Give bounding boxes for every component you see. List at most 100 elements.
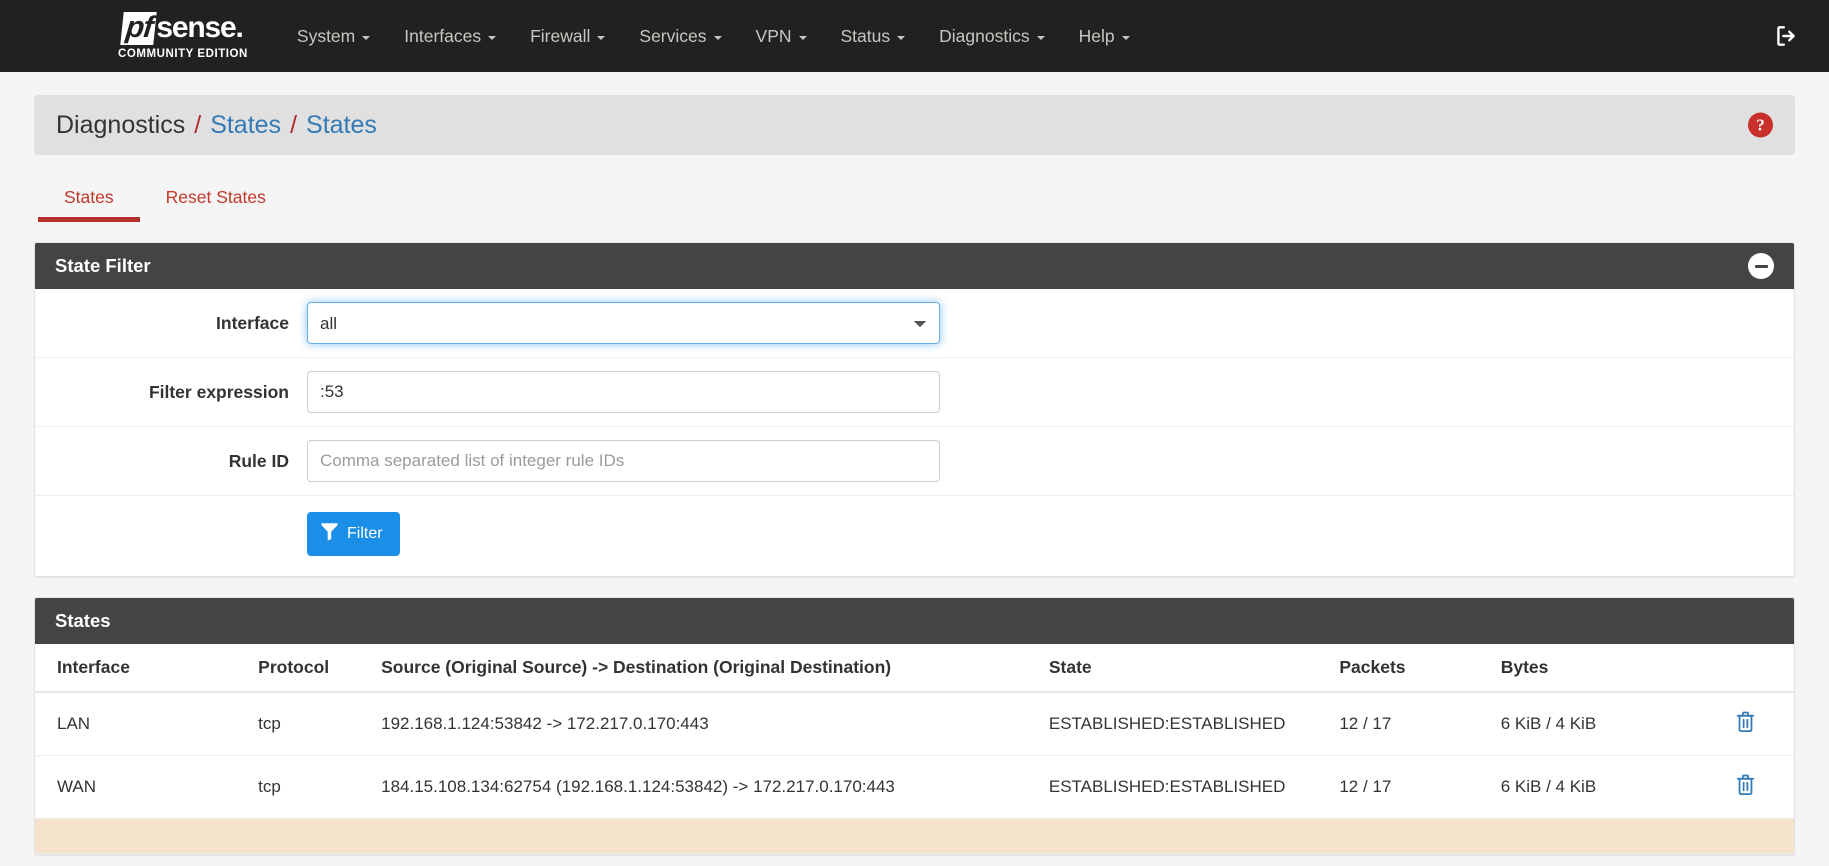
column-header-actions <box>1697 644 1794 693</box>
chevron-down-icon <box>1036 35 1045 40</box>
cell-actions <box>1697 755 1794 819</box>
states-table-body: LAN tcp 192.168.1.124:53842 -> 172.217.0… <box>35 692 1794 854</box>
brand-logo-mark: pf sense. <box>120 11 244 45</box>
states-panel: States Interface Protocol Source (Origin… <box>34 597 1795 855</box>
filter-expression-label: Filter expression <box>148 381 289 402</box>
nav-item-vpn[interactable]: VPN <box>739 16 824 57</box>
states-title: States <box>55 610 111 631</box>
nav-item-system[interactable]: System <box>280 16 387 57</box>
table-header-row: Interface Protocol Source (Original Sour… <box>35 644 1794 693</box>
nav-item-firewall[interactable]: Firewall <box>513 16 622 57</box>
nav-menu: System Interfaces Firewall Services VPN … <box>280 16 1147 57</box>
cell-bytes: 6 KiB / 4 KiB <box>1492 692 1698 756</box>
rule-id-control-wrap <box>307 440 1794 482</box>
nav-item-diagnostics[interactable]: Diagnostics <box>922 16 1061 57</box>
nav-item-label: Status <box>840 25 891 46</box>
filter-expression-input[interactable] <box>307 371 940 413</box>
cell-state <box>1040 818 1332 854</box>
cell-interface: LAN <box>35 692 251 756</box>
cell-source-destination: 184.15.108.134:62754 (192.168.1.124:5384… <box>363 755 1041 819</box>
form-row-filter-expression: Filter expression <box>35 358 1794 427</box>
form-row-rule-id: Rule ID <box>35 427 1794 496</box>
breadcrumb-item-states-current[interactable]: States <box>306 111 377 140</box>
chevron-down-icon <box>713 35 722 40</box>
form-row-interface: Interface all <box>35 289 1794 358</box>
breadcrumb-separator: / <box>290 110 298 139</box>
tab-reset-states[interactable]: Reset States <box>140 175 292 222</box>
breadcrumb-item-states[interactable]: States <box>210 111 281 140</box>
filter-button[interactable]: Filter <box>307 512 400 556</box>
cell-bytes <box>1492 818 1698 854</box>
states-table-head: Interface Protocol Source (Original Sour… <box>35 644 1794 693</box>
trash-icon[interactable] <box>1735 773 1756 796</box>
column-header-interface: Interface <box>35 644 251 693</box>
cell-state: ESTABLISHED:ESTABLISHED <box>1040 755 1332 819</box>
nav-item-label: Interfaces <box>404 25 482 46</box>
nav-item-services[interactable]: Services <box>622 16 738 57</box>
cell-packets: 12 / 17 <box>1331 692 1493 756</box>
brand-dot: . <box>235 11 244 44</box>
page-body: Diagnostics / States / States ? States R… <box>0 95 1829 855</box>
chevron-down-icon <box>798 35 807 40</box>
minus-circle-icon[interactable] <box>1748 253 1774 279</box>
column-header-source-destination: Source (Original Source) -> Destination … <box>363 644 1041 693</box>
nav-item-label: VPN <box>755 25 792 46</box>
cell-state: ESTABLISHED:ESTABLISHED <box>1040 692 1332 756</box>
table-row <box>35 818 1794 854</box>
table-row: LAN tcp 192.168.1.124:53842 -> 172.217.0… <box>35 692 1794 756</box>
cell-protocol: tcp <box>250 755 364 819</box>
filter-expression-control-wrap <box>307 371 1794 413</box>
tab-states[interactable]: States <box>38 175 140 222</box>
nav-item-label: Services <box>639 25 707 46</box>
column-header-protocol: Protocol <box>250 644 364 693</box>
state-filter-heading: State Filter <box>35 243 1794 289</box>
cell-protocol <box>250 818 364 854</box>
breadcrumb-item-diagnostics: Diagnostics <box>56 110 186 139</box>
state-filter-title: State Filter <box>55 255 151 276</box>
nav-item-label: System <box>296 25 356 46</box>
tab-bar: States Reset States <box>34 175 1795 222</box>
chevron-down-icon <box>897 35 906 40</box>
interface-control-wrap: all <box>307 302 1794 344</box>
column-header-packets: Packets <box>1331 644 1493 693</box>
cell-actions <box>1697 692 1794 756</box>
cell-interface <box>35 818 251 854</box>
pfsense-logo[interactable]: pf sense. COMMUNITY EDITION <box>118 11 248 60</box>
interface-select[interactable]: all <box>307 302 940 344</box>
rule-id-input[interactable] <box>307 440 940 482</box>
breadcrumb: Diagnostics / States / States ? <box>34 95 1795 155</box>
tab-label: Reset States <box>165 187 266 207</box>
states-heading: States <box>35 598 1794 644</box>
cell-bytes: 6 KiB / 4 KiB <box>1492 755 1698 819</box>
filter-button-label: Filter <box>347 525 383 542</box>
brand-sense-text: sense <box>156 11 236 44</box>
cell-packets <box>1331 818 1493 854</box>
cell-source-destination <box>363 818 1041 854</box>
brand-pf-text: pf <box>120 11 158 45</box>
table-row: WAN tcp 184.15.108.134:62754 (192.168.1.… <box>35 755 1794 819</box>
nav-item-label: Help <box>1078 25 1115 46</box>
nav-item-status[interactable]: Status <box>824 16 923 57</box>
logout-icon[interactable] <box>1773 23 1799 49</box>
cell-interface: WAN <box>35 755 251 819</box>
tab-label: States <box>64 187 114 207</box>
top-navbar: pf sense. COMMUNITY EDITION System Interf… <box>0 0 1829 72</box>
nav-item-interfaces[interactable]: Interfaces <box>387 16 513 57</box>
cell-protocol: tcp <box>250 692 364 756</box>
states-table: Interface Protocol Source (Original Sour… <box>35 644 1794 854</box>
cell-packets: 12 / 17 <box>1331 755 1493 819</box>
state-filter-panel: State Filter Interface all Filter expres… <box>34 242 1795 577</box>
trash-icon[interactable] <box>1735 710 1756 733</box>
filter-button-row: Filter <box>35 496 1794 576</box>
help-circle-icon[interactable]: ? <box>1748 112 1773 138</box>
chevron-down-icon <box>362 35 371 40</box>
chevron-down-icon <box>597 35 606 40</box>
brand-subtitle: COMMUNITY EDITION <box>118 48 248 60</box>
chevron-down-icon <box>488 35 497 40</box>
funnel-icon <box>321 522 338 546</box>
column-header-state: State <box>1040 644 1332 693</box>
cell-actions <box>1697 818 1794 854</box>
nav-item-label: Diagnostics <box>939 25 1030 46</box>
column-header-bytes: Bytes <box>1492 644 1698 693</box>
nav-item-help[interactable]: Help <box>1062 16 1147 57</box>
